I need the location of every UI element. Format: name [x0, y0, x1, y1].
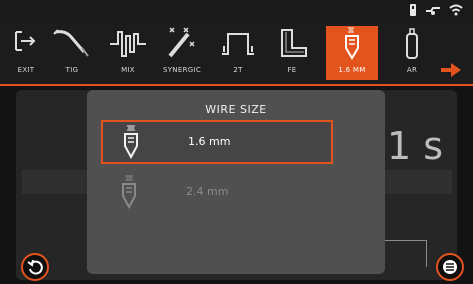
welder-screen: EXIT TIG MIX SYNERGIC 2T FE 1.6 MM AR 1 …	[0, 0, 473, 284]
wire-option-1-6mm[interactable]: 1.6 mm	[101, 120, 333, 164]
tool-fe-label: FE	[287, 66, 297, 74]
tool-tig[interactable]: TIG	[46, 26, 98, 80]
graph-line	[384, 240, 427, 267]
synergic-icon	[168, 27, 195, 58]
tool-exit[interactable]: EXIT	[0, 26, 52, 80]
tool-fe[interactable]: FE	[266, 26, 318, 80]
tool-2t[interactable]: 2T	[212, 26, 264, 80]
tool-tig-label: TIG	[65, 66, 79, 74]
menu-icon	[443, 260, 457, 274]
wire-spool-icon	[122, 175, 136, 210]
time-value: 1 s	[387, 124, 444, 168]
tool-wire-size[interactable]: 1.6 MM	[326, 26, 378, 80]
tool-2t-label: 2T	[233, 66, 243, 74]
gas-cylinder-icon	[406, 28, 418, 59]
wire-option-label: 1.6 mm	[188, 135, 231, 148]
2t-trigger-icon	[222, 33, 254, 55]
status-bar	[0, 0, 473, 22]
wire-size-dialog: WIRE SIZE 1.6 mm 2.4 mm	[87, 90, 385, 274]
wifi-icon	[449, 4, 463, 16]
wire-option-label: 2.4 mm	[186, 185, 229, 198]
tool-mix-label: MIX	[121, 66, 135, 74]
exit-icon	[15, 31, 36, 51]
tool-ar-label: AR	[406, 66, 418, 74]
tool-exit-label: EXIT	[17, 66, 35, 74]
arrow-right-icon[interactable]	[439, 62, 463, 78]
tig-torch-icon	[53, 29, 89, 57]
wire-spool-icon	[124, 125, 138, 160]
menu-button[interactable]	[436, 253, 464, 281]
wire-spool-icon	[345, 27, 359, 60]
tool-synergic[interactable]: SYNERGIC	[156, 26, 208, 80]
process-toolbar: EXIT TIG MIX SYNERGIC 2T FE 1.6 MM AR	[0, 22, 473, 86]
tool-ar[interactable]: AR	[386, 26, 438, 80]
back-icon	[27, 259, 43, 275]
connection-icon	[426, 7, 440, 15]
tool-wire-size-label: 1.6 MM	[338, 66, 366, 74]
mix-icon	[110, 31, 146, 57]
wire-option-2-4mm[interactable]: 2.4 mm	[101, 172, 329, 212]
tool-mix[interactable]: MIX	[102, 26, 154, 80]
tool-synergic-label: SYNERGIC	[162, 66, 202, 74]
dialog-title: WIRE SIZE	[205, 103, 267, 116]
back-button[interactable]	[21, 253, 49, 281]
fe-material-icon	[281, 29, 307, 57]
usb-icon	[410, 4, 416, 16]
